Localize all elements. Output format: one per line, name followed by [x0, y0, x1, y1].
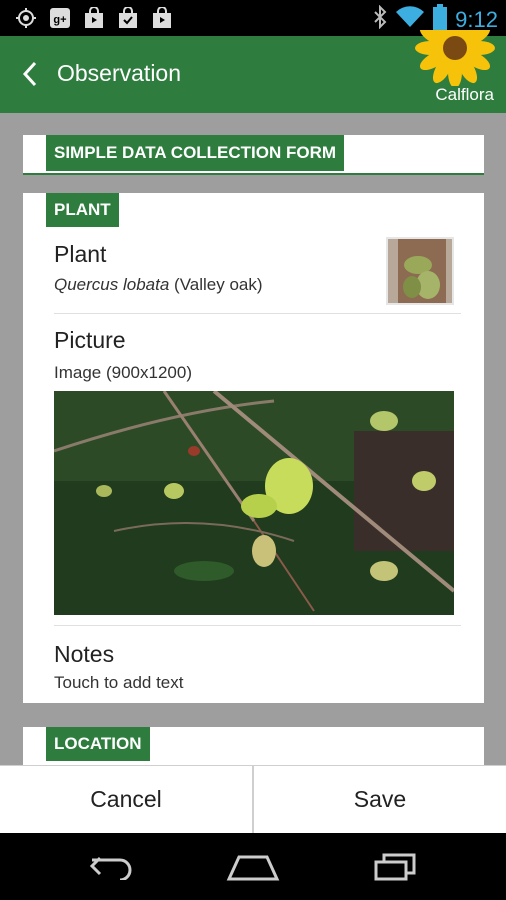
google-plus-icon: g+: [48, 6, 72, 30]
divider: [54, 625, 461, 626]
back-button[interactable]: [16, 58, 44, 90]
picture-info: Image (900x1200): [54, 363, 192, 382]
play-store-icon: [150, 6, 174, 30]
target-icon: [14, 6, 38, 30]
picture-label: Picture: [54, 327, 126, 353]
notes-placeholder: Touch to add text: [54, 673, 184, 692]
shopping-bag-check-icon: [116, 6, 140, 30]
plant-scientific-name: Quercus lobata: [54, 275, 170, 294]
recents-nav-icon[interactable]: [365, 851, 425, 883]
bluetooth-icon: [373, 4, 387, 34]
divider: [54, 313, 461, 314]
plant-section-tag: PLANT: [46, 193, 119, 227]
plant-section-card: PLANT Plant Quercus lobata (Valley oak) …: [23, 193, 484, 703]
action-bar: Observation Calflora: [0, 30, 506, 113]
brand-label: Calflora: [435, 85, 494, 104]
home-nav-icon[interactable]: [223, 851, 283, 883]
observation-photo[interactable]: [54, 391, 454, 615]
plant-label: Plant: [54, 241, 107, 267]
sunflower-logo: [410, 30, 500, 86]
page-title: Observation: [57, 60, 182, 86]
form-header-card: SIMPLE DATA COLLECTION FORM: [23, 135, 484, 175]
system-nav-bar: [0, 833, 506, 900]
save-button[interactable]: Save: [252, 766, 506, 833]
plant-thumbnail[interactable]: [386, 237, 454, 305]
status-time: 9:12: [455, 6, 498, 32]
cancel-button[interactable]: Cancel: [0, 766, 252, 833]
location-section-card: LOCATION: [23, 727, 484, 765]
action-buttons-bar: Cancel Save: [0, 765, 506, 833]
notes-label: Notes: [54, 641, 115, 667]
chevron-left-icon: [22, 61, 37, 87]
form-scroll-area[interactable]: SIMPLE DATA COLLECTION FORM PLANT Plant …: [0, 113, 506, 765]
wifi-icon: [395, 6, 425, 33]
svg-text:g+: g+: [53, 14, 66, 26]
plant-species: Quercus lobata (Valley oak): [54, 275, 263, 295]
back-nav-icon[interactable]: [82, 851, 142, 883]
shopping-bag-icon: [82, 6, 106, 30]
plant-common-name: (Valley oak): [174, 275, 263, 294]
location-section-tag: LOCATION: [46, 727, 150, 761]
form-title-tag: SIMPLE DATA COLLECTION FORM: [46, 135, 345, 171]
